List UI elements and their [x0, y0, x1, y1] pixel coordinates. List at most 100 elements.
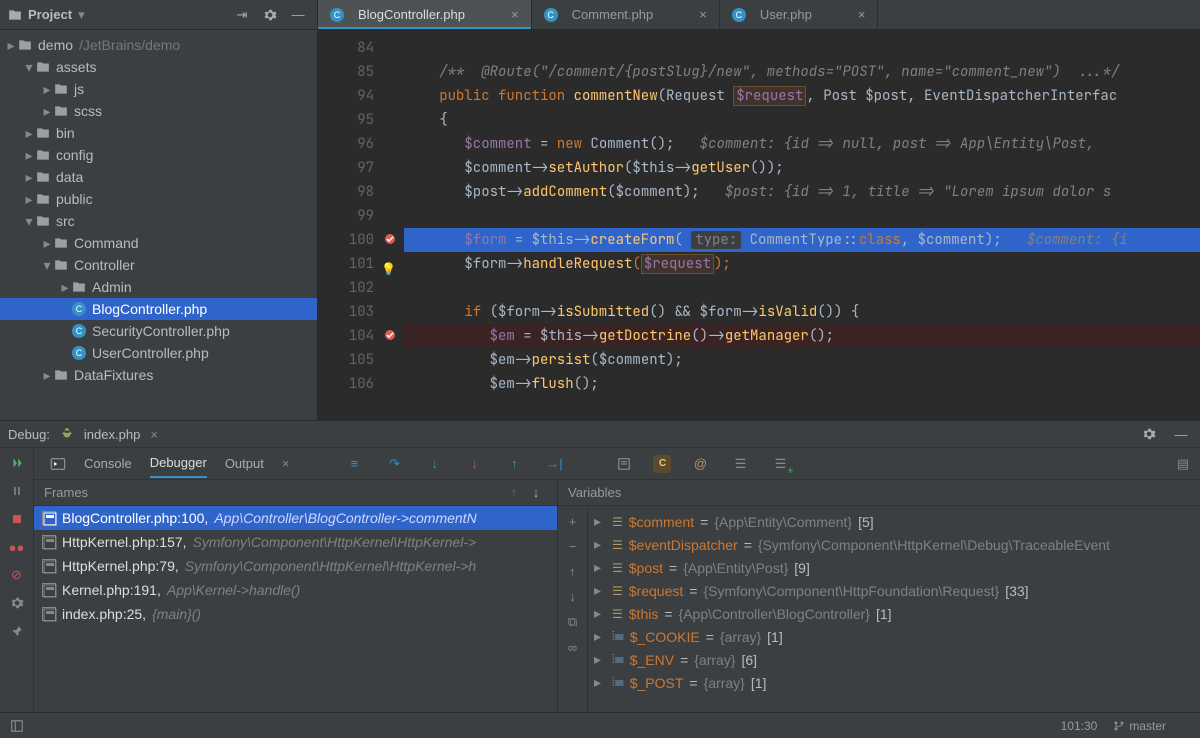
tree-folder[interactable]: ▸DataFixtures: [0, 364, 317, 386]
variable-row[interactable]: ▸☰$eventDispatcher = {Symfony\Component\…: [588, 533, 1200, 556]
stop-icon[interactable]: [8, 510, 26, 528]
up-icon[interactable]: ↑: [569, 564, 576, 579]
line-number[interactable]: 100: [318, 228, 404, 252]
evaluate-expression-icon[interactable]: [613, 453, 635, 475]
view-breakpoints-icon[interactable]: ●●: [8, 538, 26, 556]
frames-list[interactable]: BlogController.php:100, App\Controller\B…: [34, 506, 557, 712]
show-execution-point-icon[interactable]: ≡: [343, 453, 365, 475]
line-number[interactable]: 105: [318, 348, 404, 372]
tree-folder[interactable]: ▸scss: [0, 100, 317, 122]
layout-icon[interactable]: ▤: [1172, 453, 1194, 475]
variable-row[interactable]: ▸☰$this = {App\Controller\BlogController…: [588, 602, 1200, 625]
remove-watch-icon[interactable]: −: [569, 539, 577, 554]
debug-session-name[interactable]: index.php: [84, 427, 140, 442]
line-number[interactable]: 96: [318, 132, 404, 156]
step-into-icon[interactable]: ↓: [423, 453, 445, 475]
variables-list[interactable]: ▸☰$comment = {App\Entity\Comment} [5]▸☰$…: [588, 506, 1200, 712]
line-number[interactable]: 84: [318, 36, 404, 60]
gear-icon[interactable]: [1138, 423, 1160, 445]
project-tree[interactable]: ▸demo/JetBrains/demo▾assets▸js▸scss▸bin▸…: [0, 30, 317, 420]
copy-icon[interactable]: ⧉: [568, 614, 577, 630]
add-watch-icon[interactable]: +: [569, 514, 577, 529]
line-number[interactable]: 85: [318, 60, 404, 84]
collapse-icon[interactable]: ⇥: [231, 4, 253, 26]
line-number[interactable]: 102: [318, 276, 404, 300]
tree-file[interactable]: CUserController.php: [0, 342, 317, 364]
line-number[interactable]: 101💡: [318, 252, 404, 276]
minimize-icon[interactable]: —: [287, 4, 309, 26]
minimize-icon[interactable]: —: [1170, 423, 1192, 445]
variable-row[interactable]: ▸☰$post = {App\Entity\Post} [9]: [588, 556, 1200, 579]
console-output-icon[interactable]: [50, 456, 66, 472]
tree-folder[interactable]: ▸bin: [0, 122, 317, 144]
expand-icon[interactable]: ▸: [594, 536, 606, 553]
run-to-cursor-icon[interactable]: →|: [543, 453, 565, 475]
variable-row[interactable]: ▸☰$comment = {App\Entity\Comment} [5]: [588, 510, 1200, 533]
tab-debugger[interactable]: Debugger: [150, 449, 207, 478]
force-step-into-icon[interactable]: ↓: [463, 453, 485, 475]
gear-icon[interactable]: [259, 4, 281, 26]
line-number[interactable]: 104: [318, 324, 404, 348]
glasses-icon[interactable]: ∞: [568, 640, 577, 655]
line-number[interactable]: 99: [318, 204, 404, 228]
git-branch[interactable]: master: [1113, 719, 1166, 733]
close-icon[interactable]: ×: [150, 427, 158, 442]
line-number[interactable]: 97: [318, 156, 404, 180]
tree-folder[interactable]: ▸demo/JetBrains/demo: [0, 34, 317, 56]
settings-icon[interactable]: [8, 594, 26, 612]
tree-folder[interactable]: ▸public: [0, 188, 317, 210]
step-over-icon[interactable]: ↷: [383, 453, 405, 475]
list-icon[interactable]: ☰: [729, 453, 751, 475]
variable-row[interactable]: ▸☰$request = {Symfony\Component\HttpFoun…: [588, 579, 1200, 602]
tree-folder[interactable]: ▸Command: [0, 232, 317, 254]
editor-tab[interactable]: CComment.php×: [532, 0, 720, 29]
caret-position[interactable]: 101:30: [1061, 719, 1098, 733]
stack-frame[interactable]: BlogController.php:100, App\Controller\B…: [34, 506, 557, 530]
expand-icon[interactable]: ▸: [594, 582, 606, 599]
pin-icon[interactable]: [8, 622, 26, 640]
up-arrow-icon[interactable]: ↑: [503, 482, 525, 504]
php-icon[interactable]: C: [653, 455, 671, 473]
tree-folder[interactable]: ▾Controller: [0, 254, 317, 276]
expand-icon[interactable]: ▸: [594, 605, 606, 622]
expand-icon[interactable]: ▸: [594, 559, 606, 576]
project-title[interactable]: Project: [28, 7, 72, 22]
editor[interactable]: 8485949596979899100101💡102103104105106 /…: [318, 30, 1200, 420]
step-out-icon[interactable]: ↑: [503, 453, 525, 475]
tab-output[interactable]: Output: [225, 450, 264, 477]
variable-row[interactable]: ▸⦙☰$_ENV = {array} [6]: [588, 648, 1200, 671]
editor-code[interactable]: /** @Route("/comment/{postSlug}/new", me…: [404, 30, 1200, 420]
stack-frame[interactable]: HttpKernel.php:157, Symfony\Component\Ht…: [34, 530, 557, 554]
stack-frame[interactable]: index.php:25, {main}(): [34, 602, 557, 626]
line-number[interactable]: 94: [318, 84, 404, 108]
close-icon[interactable]: ×: [858, 7, 866, 22]
editor-tab[interactable]: CUser.php×: [720, 0, 879, 29]
close-icon[interactable]: ×: [511, 7, 519, 22]
stack-frame[interactable]: Kernel.php:191, App\Kernel->handle(): [34, 578, 557, 602]
tree-folder[interactable]: ▸config: [0, 144, 317, 166]
down-arrow-icon[interactable]: ↓: [525, 482, 547, 504]
line-number[interactable]: 98: [318, 180, 404, 204]
tree-folder[interactable]: ▸data: [0, 166, 317, 188]
variable-row[interactable]: ▸⦙☰$_COOKIE = {array} [1]: [588, 625, 1200, 648]
tree-folder[interactable]: ▾assets: [0, 56, 317, 78]
tree-folder[interactable]: ▸Admin: [0, 276, 317, 298]
mute-breakpoints-icon[interactable]: ⊘: [8, 566, 26, 584]
expand-icon[interactable]: ▸: [594, 628, 606, 645]
tree-folder[interactable]: ▾src: [0, 210, 317, 232]
expand-icon[interactable]: ▸: [594, 674, 606, 691]
editor-gutter[interactable]: 8485949596979899100101💡102103104105106: [318, 30, 404, 420]
line-number[interactable]: 95: [318, 108, 404, 132]
variable-row[interactable]: ▸⦙☰$_POST = {array} [1]: [588, 671, 1200, 694]
line-number[interactable]: 106: [318, 372, 404, 396]
add-list-icon[interactable]: ☰+: [769, 453, 791, 475]
dropdown-icon[interactable]: ▾: [78, 7, 85, 23]
line-number[interactable]: 103: [318, 300, 404, 324]
at-icon[interactable]: @: [689, 453, 711, 475]
breakpoint-icon[interactable]: [384, 233, 396, 245]
editor-tab[interactable]: CBlogController.php×: [318, 0, 532, 29]
close-icon[interactable]: ×: [282, 456, 290, 471]
tree-file[interactable]: CBlogController.php: [0, 298, 317, 320]
resume-icon[interactable]: [8, 454, 26, 472]
stack-frame[interactable]: HttpKernel.php:79, Symfony\Component\Htt…: [34, 554, 557, 578]
